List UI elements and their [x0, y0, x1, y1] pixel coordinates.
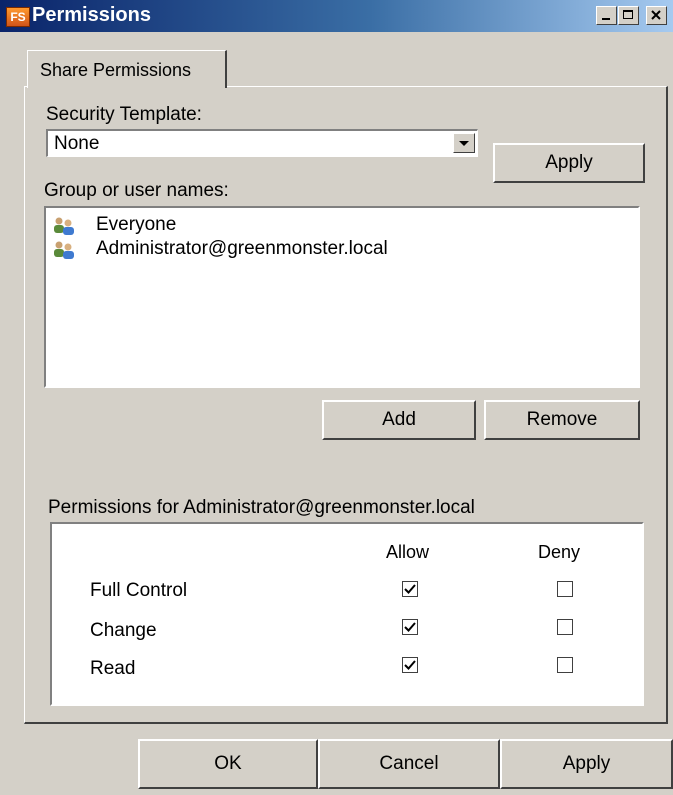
group-list-label: Group or user names:	[44, 180, 229, 201]
list-item-label: Everyone	[96, 214, 177, 235]
permissions-table: Allow Deny Full Control Change Read	[50, 522, 644, 706]
add-button[interactable]: Add	[322, 400, 476, 440]
window-title: Permissions	[32, 4, 151, 26]
deny-checkbox[interactable]	[557, 619, 573, 635]
permission-name: Full Control	[90, 580, 188, 601]
close-icon	[651, 10, 661, 20]
group-user-list[interactable]: Everyone Administrator@greenmonster.loca…	[44, 206, 640, 388]
allow-checkbox[interactable]	[402, 657, 418, 673]
dropdown-button[interactable]	[453, 133, 475, 153]
allow-column-header: Allow	[386, 542, 430, 562]
chevron-down-icon	[459, 141, 469, 146]
checkmark-icon	[404, 622, 416, 632]
deny-column-header: Deny	[538, 542, 581, 562]
title-bar[interactable]: FS Permissions	[0, 0, 673, 32]
security-template-select[interactable]: None	[46, 129, 478, 157]
maximize-button[interactable]	[618, 6, 639, 25]
deny-checkbox[interactable]	[557, 581, 573, 597]
app-icon: FS	[6, 7, 30, 27]
checkmark-icon	[404, 660, 416, 670]
permission-name: Read	[90, 658, 136, 679]
minimize-icon	[602, 18, 610, 20]
template-apply-button[interactable]: Apply	[493, 143, 645, 183]
ok-button[interactable]: OK	[138, 739, 318, 789]
users-icon	[54, 241, 74, 259]
allow-checkbox[interactable]	[402, 619, 418, 635]
allow-checkbox[interactable]	[402, 581, 418, 597]
users-icon	[54, 217, 74, 235]
remove-button[interactable]: Remove	[484, 400, 640, 440]
permission-name: Change	[90, 620, 157, 641]
apply-button[interactable]: Apply	[500, 739, 673, 789]
checkmark-icon	[404, 584, 416, 594]
deny-checkbox[interactable]	[557, 657, 573, 673]
cancel-button[interactable]: Cancel	[318, 739, 500, 789]
minimize-button[interactable]	[596, 6, 617, 25]
security-template-value: None	[54, 133, 100, 154]
permissions-label: Permissions for Administrator@greenmonst…	[48, 497, 475, 518]
tab-label: Share Permissions	[40, 60, 192, 80]
close-button[interactable]	[646, 6, 667, 25]
list-item-label: Administrator@greenmonster.local	[96, 238, 388, 259]
tab-share-permissions[interactable]: Share Permissions	[27, 50, 227, 88]
maximize-icon	[623, 10, 633, 19]
security-template-label: Security Template:	[46, 104, 202, 125]
